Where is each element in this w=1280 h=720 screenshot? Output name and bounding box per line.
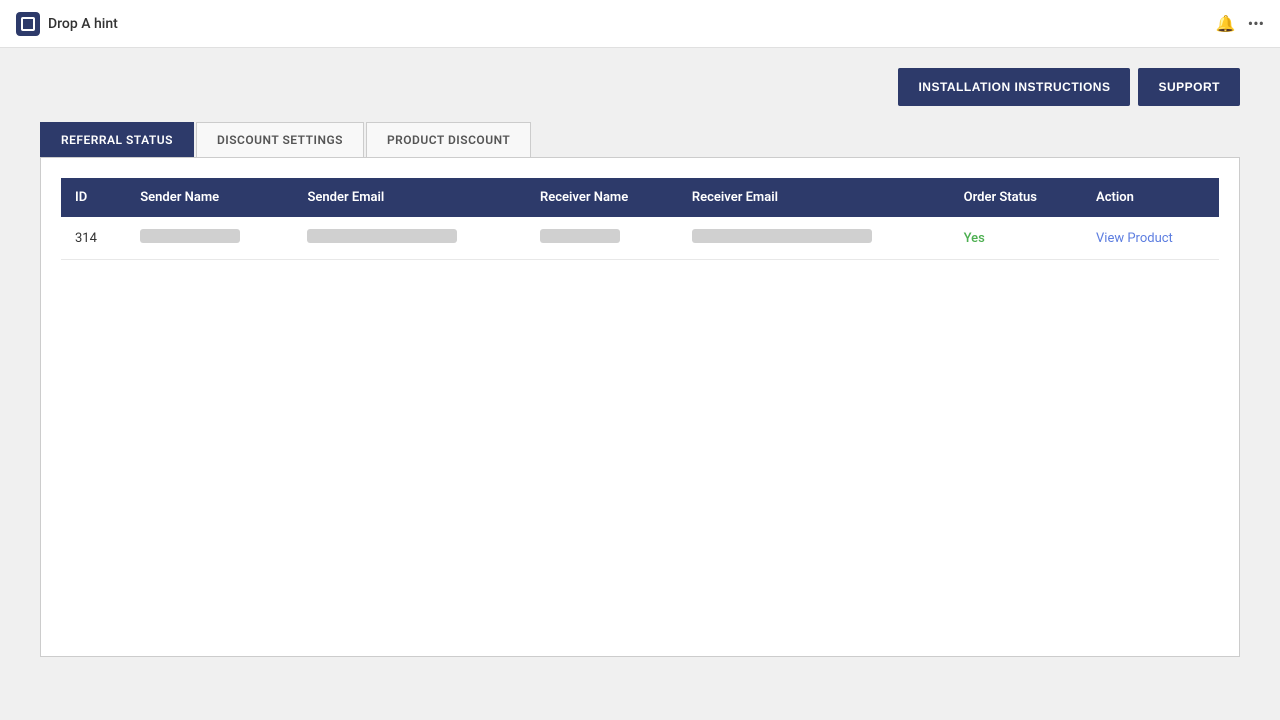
main-content: REFERRAL STATUS DISCOUNT SETTINGS PRODUC…: [0, 122, 1280, 657]
installation-instructions-button[interactable]: INSTALLATION INSTRUCTIONS: [898, 68, 1130, 106]
sender-name-placeholder: [140, 229, 240, 243]
col-header-receiver-email: Receiver Email: [678, 178, 950, 217]
cell-action: View Product: [1082, 217, 1219, 260]
col-header-sender-name: Sender Name: [126, 178, 293, 217]
view-product-link[interactable]: View Product: [1096, 231, 1173, 246]
cell-order-status: Yes: [950, 217, 1082, 260]
table-header-row: ID Sender Name Sender Email Receiver Nam…: [61, 178, 1219, 217]
tab-product-discount[interactable]: PRODUCT DISCOUNT: [366, 122, 531, 157]
receiver-name-placeholder: [540, 229, 620, 243]
cell-receiver-email: [678, 217, 950, 260]
col-header-receiver-name: Receiver Name: [526, 178, 678, 217]
app-icon-inner: [21, 17, 35, 31]
top-bar-actions: 🔔 •••: [1216, 14, 1264, 33]
tab-discount-settings[interactable]: DISCOUNT SETTINGS: [196, 122, 364, 157]
cell-sender-email: [293, 217, 526, 260]
receiver-email-placeholder: [692, 229, 872, 243]
col-header-order-status: Order Status: [950, 178, 1082, 217]
sender-email-placeholder: [307, 229, 457, 243]
col-header-id: ID: [61, 178, 126, 217]
table-container: ID Sender Name Sender Email Receiver Nam…: [40, 157, 1240, 657]
table-row: 314 Yes: [61, 217, 1219, 260]
app-logo-area: Drop A hint: [16, 12, 118, 36]
cell-sender-name: [126, 217, 293, 260]
more-options-icon[interactable]: •••: [1248, 14, 1264, 33]
order-status-value: Yes: [964, 231, 985, 246]
col-header-sender-email: Sender Email: [293, 178, 526, 217]
col-header-action: Action: [1082, 178, 1219, 217]
header-area: INSTALLATION INSTRUCTIONS SUPPORT: [0, 48, 1280, 122]
top-bar: Drop A hint 🔔 •••: [0, 0, 1280, 48]
app-title: Drop A hint: [48, 16, 118, 32]
bell-icon[interactable]: 🔔: [1216, 14, 1236, 33]
tab-referral-status[interactable]: REFERRAL STATUS: [40, 122, 194, 157]
support-button[interactable]: SUPPORT: [1138, 68, 1240, 106]
tabs-container: REFERRAL STATUS DISCOUNT SETTINGS PRODUC…: [40, 122, 1240, 157]
referral-table: ID Sender Name Sender Email Receiver Nam…: [61, 178, 1219, 260]
app-icon: [16, 12, 40, 36]
cell-id: 314: [61, 217, 126, 260]
cell-receiver-name: [526, 217, 678, 260]
